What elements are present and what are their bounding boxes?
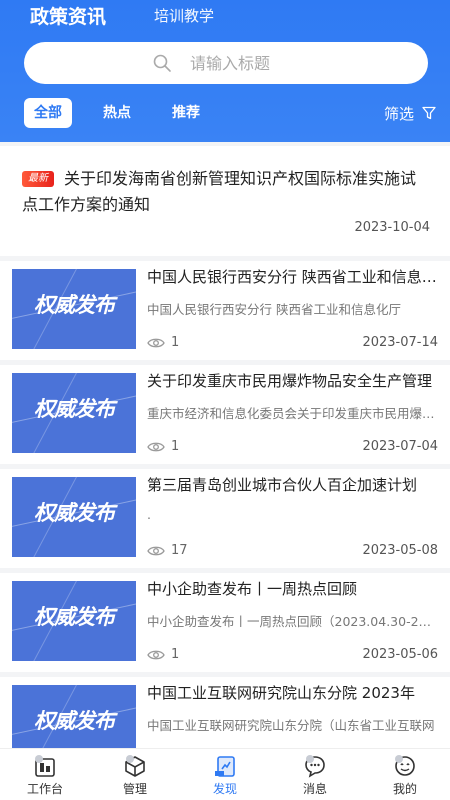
header: 政策资讯 培训教学 全部 热点 推荐 筛选 [0, 0, 450, 142]
article-date: 2023-07-14 [362, 335, 438, 350]
filter-row: 全部 热点 推荐 筛选 [0, 98, 450, 130]
search-input[interactable] [190, 53, 300, 73]
featured-article[interactable]: 最新 关于印发海南省创新管理知识产权国际标准实施试点工作方案的通知 2023-10… [0, 146, 450, 256]
view-count-value: 17 [171, 543, 188, 558]
article-title: 中国人民银行西安分行 陕西省工业和信息化厅 [147, 268, 437, 286]
view-count-value: 1 [171, 647, 180, 662]
view-count: 1 [147, 439, 179, 454]
chip-all[interactable]: 全部 [24, 98, 72, 128]
tabbar-item-chat[interactable]: 消息 [270, 749, 360, 800]
article-date: 2023-05-08 [362, 543, 438, 558]
search-icon [153, 54, 171, 72]
chip-recommend[interactable]: 推荐 [172, 98, 200, 128]
article-title: 中国工业互联网研究院山东分院 2023年 [147, 684, 415, 702]
view-count-value: 1 [171, 439, 180, 454]
list-item[interactable]: 权威发布 中小企助查发布丨一周热点回顾 中小企助查发布丨一周热点回顾（2023.… [0, 573, 450, 672]
new-badge: 最新 [22, 171, 54, 187]
tabbar-label: 工作台 [26, 782, 63, 796]
chat-icon [305, 755, 325, 778]
tabbar-label: 我的 [392, 782, 417, 796]
list-item[interactable]: 权威发布 中国人民银行西安分行 陕西省工业和信息化厅 中国人民银行西安分行 陕西… [0, 261, 450, 360]
thumbnail-caption: 权威发布 [34, 709, 115, 733]
thumbnail-caption: 权威发布 [34, 501, 115, 525]
bottom-tabbar: 工作台 管理 发现 消息 我的 [0, 748, 450, 800]
eye-icon [147, 338, 165, 347]
filter-label: 筛选 [383, 104, 414, 123]
tab-policy-news[interactable]: 政策资讯 [30, 2, 106, 29]
featured-title-text: 关于印发海南省创新管理知识产权国际标准实施试点工作方案的通知 [22, 169, 417, 214]
view-count: 1 [147, 335, 179, 350]
tabbar-label: 管理 [122, 782, 147, 796]
profile-icon [395, 755, 415, 776]
tabbar-item-box[interactable]: 管理 [90, 749, 180, 800]
article-thumbnail: 权威发布 [12, 373, 136, 453]
list-item[interactable]: 权威发布 第三届青岛创业城市合伙人百企加速计划 . 17 2023-05-08 [0, 469, 450, 568]
article-summary: 中小企助查发布丨一周热点回顾（2023.04.30-2023.05.06） [147, 614, 437, 629]
view-count: 1 [147, 647, 179, 662]
eye-icon [147, 546, 165, 555]
article-thumbnail: 权威发布 [12, 269, 136, 349]
article-date: 2023-05-06 [362, 647, 438, 662]
eye-icon [147, 442, 165, 451]
tabbar-item-discover[interactable]: 发现 [180, 749, 270, 800]
filter-icon [422, 106, 436, 120]
article-date: 2023-07-04 [362, 439, 438, 454]
article-summary: 重庆市经济和信息化委员会关于印发重庆市民用爆炸物品 [147, 406, 437, 421]
article-title: 第三届青岛创业城市合伙人百企加速计划 [147, 476, 418, 494]
tab-training[interactable]: 培训教学 [154, 5, 214, 26]
article-title: 关于印发重庆市民用爆炸物品安全生产管理 [147, 372, 433, 390]
eye-icon [147, 650, 165, 659]
tabbar-item-workbench[interactable]: 工作台 [0, 749, 90, 800]
box-icon [125, 755, 145, 777]
thumbnail-caption: 权威发布 [34, 397, 115, 421]
article-summary: 中国人民银行西安分行 陕西省工业和信息化厅 [147, 302, 401, 317]
featured-title: 最新 关于印发海南省创新管理知识产权国际标准实施试点工作方案的通知 [22, 166, 422, 218]
tabbar-label: 发现 [212, 782, 237, 796]
tabbar-label: 消息 [302, 782, 327, 796]
list-item[interactable]: 权威发布 关于印发重庆市民用爆炸物品安全生产管理 重庆市经济和信息化委员会关于印… [0, 365, 450, 464]
thumbnail-caption: 权威发布 [34, 605, 115, 629]
thumbnail-caption: 权威发布 [34, 293, 115, 317]
view-count-value: 1 [171, 335, 180, 350]
chip-hot[interactable]: 热点 [103, 98, 131, 128]
article-thumbnail: 权威发布 [12, 477, 136, 557]
tabbar-item-profile[interactable]: 我的 [360, 749, 450, 800]
top-tabs: 政策资讯 培训教学 [30, 0, 214, 30]
workbench-icon [35, 755, 55, 777]
article-summary: . [147, 507, 151, 522]
article-list: 权威发布 中国人民银行西安分行 陕西省工业和信息化厅 中国人民银行西安分行 陕西… [0, 261, 450, 781]
article-summary: 中国工业互联网研究院山东分院（山东省工业互联网 [147, 718, 435, 733]
article-thumbnail: 权威发布 [12, 581, 136, 661]
article-title: 中小企助查发布丨一周热点回顾 [147, 580, 358, 598]
discover-icon [215, 756, 235, 777]
featured-date: 2023-10-04 [354, 220, 430, 235]
search-bar[interactable] [24, 42, 428, 84]
filter-button[interactable]: 筛选 [384, 98, 436, 128]
view-count: 17 [147, 543, 188, 558]
